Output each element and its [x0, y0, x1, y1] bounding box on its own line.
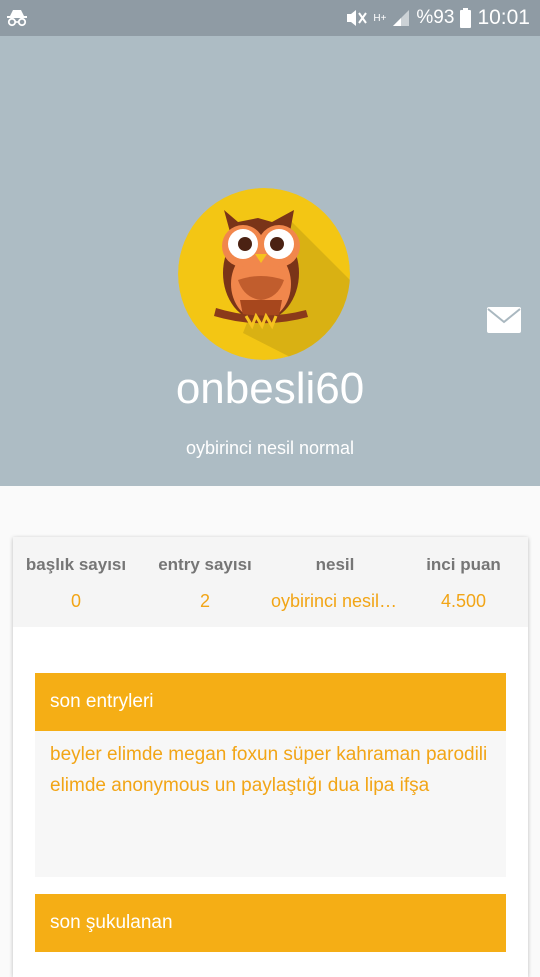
stat-value: 0 [70, 591, 81, 611]
liked-title: son şukulanan [50, 912, 173, 933]
stat-value: oybirinci nesil normal [271, 591, 399, 611]
signal-icon [393, 10, 410, 26]
stat-label: inci puan [426, 555, 501, 574]
generation-label: oybirinci nesil normal [185, 438, 355, 458]
recent-entries-title: son entryleri [50, 691, 154, 712]
stats-row: başlık sayısı 0 entry sayısı 2 nesil oyb… [13, 537, 528, 627]
stat-label: nesil [315, 555, 355, 574]
network-type-label: H+ [373, 12, 387, 24]
stat-label: başlık sayısı [25, 555, 127, 574]
stat-points: inci puan 4.500 [399, 537, 528, 627]
stat-value: 4.500 [440, 591, 487, 611]
battery-icon [460, 8, 472, 28]
recent-entries-header[interactable]: son entryleri [35, 673, 506, 731]
stat-entry-count: entry sayısı 2 [139, 537, 271, 627]
owl-avatar-icon [178, 188, 350, 360]
avatar [178, 188, 350, 360]
entry-link[interactable]: beyler elimde megan foxun süper kahraman… [50, 739, 491, 770]
username: onbesli60 [175, 364, 365, 413]
vibrate-mute-icon [347, 10, 368, 26]
liked-header[interactable]: son şukulanan [35, 894, 506, 952]
stat-value: 2 [199, 591, 210, 611]
status-bar: H+ %93 10:01 [0, 0, 540, 36]
clock: 10:01 [477, 6, 530, 29]
battery-percent: %93 [416, 7, 455, 28]
mail-icon[interactable] [487, 307, 521, 333]
stat-title-count: başlık sayısı 0 [13, 537, 139, 627]
recent-entries-list: beyler elimde megan foxun süper kahraman… [35, 731, 506, 877]
profile-card: başlık sayısı 0 entry sayısı 2 nesil oyb… [13, 537, 528, 977]
entry-link[interactable]: elimde anonymous un paylaştığı dua lipa … [50, 770, 491, 801]
stat-generation: nesil oybirinci nesil normal [271, 537, 399, 627]
profile-header: onbesli60 oybirinci nesil normal [0, 36, 540, 486]
stat-label: entry sayısı [158, 555, 252, 574]
incognito-icon [7, 10, 27, 27]
